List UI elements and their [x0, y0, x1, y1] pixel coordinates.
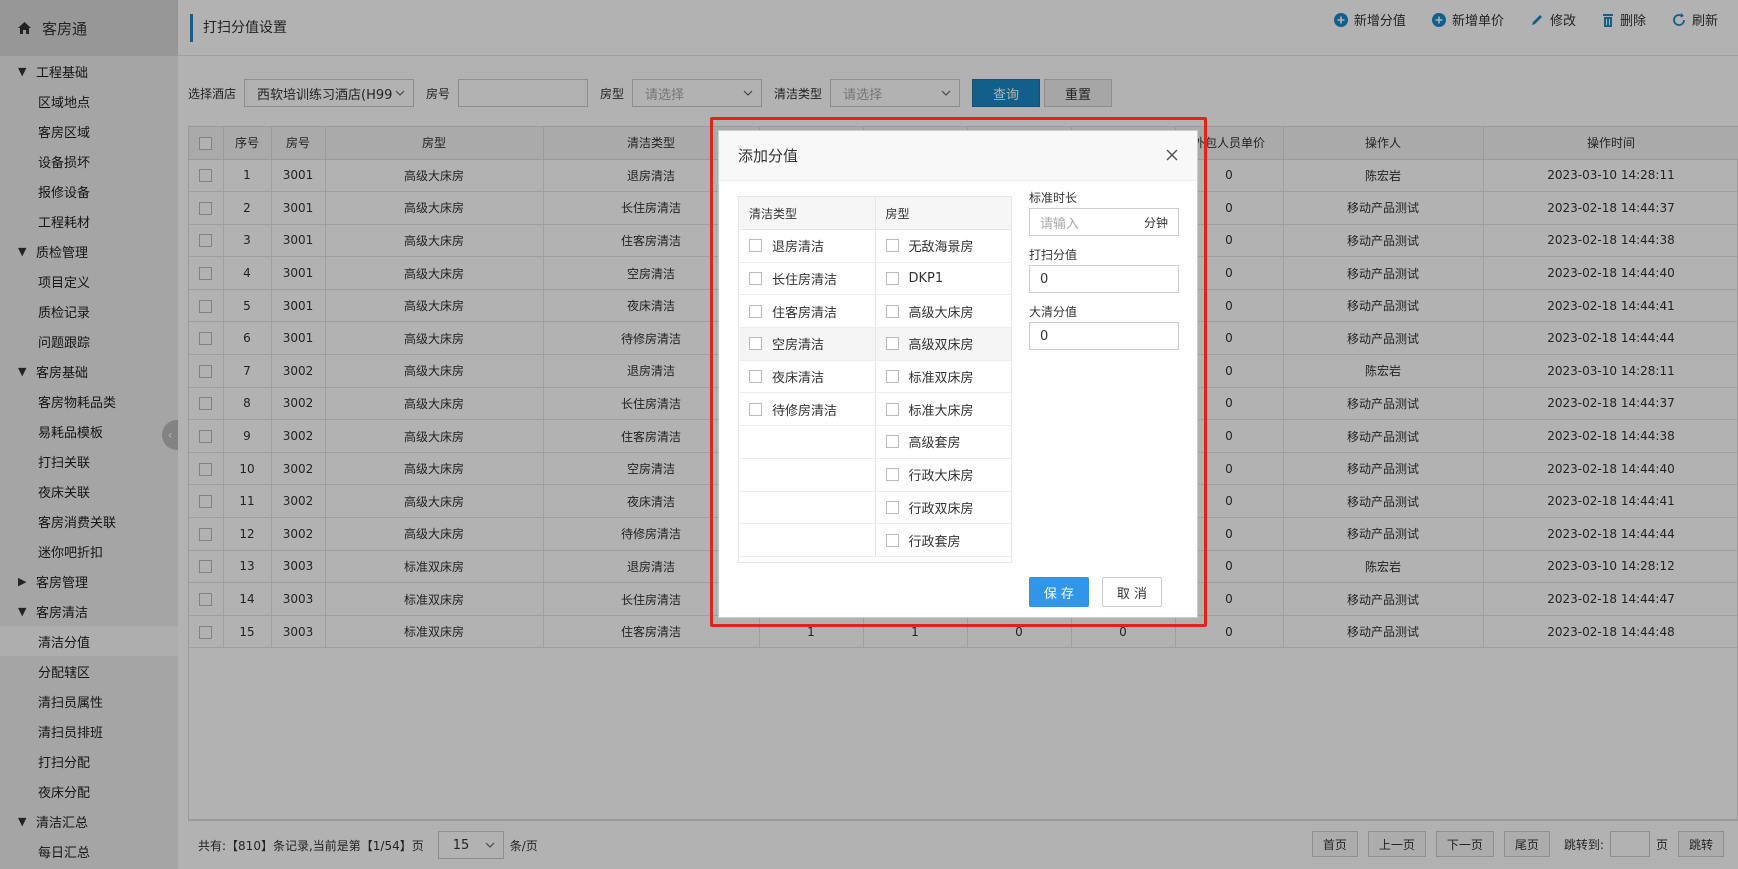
- room-type-checkbox[interactable]: [885, 337, 899, 351]
- room-type-checkbox[interactable]: [885, 370, 899, 384]
- room-type-option[interactable]: 无敌海景房: [876, 230, 1012, 262]
- clean-type-checkbox[interactable]: [749, 272, 762, 286]
- room-type-checkbox[interactable]: [885, 402, 899, 416]
- list-row: 高级套房: [739, 426, 1011, 459]
- dialog-title: 添加分值: [738, 147, 799, 165]
- clean-type-option[interactable]: 夜床清洁: [739, 360, 876, 393]
- deep-score-label: 大清分值: [1029, 305, 1078, 319]
- room-type-option-label: 无敌海景房: [908, 240, 974, 256]
- clean-type-option[interactable]: 空房清洁: [739, 328, 876, 360]
- std-duration-input[interactable]: 请输入 分钟: [1029, 208, 1179, 236]
- list-row: 退房清洁 无敌海景房: [739, 230, 1011, 263]
- cancel-button[interactable]: 取 消: [1102, 577, 1162, 607]
- room-type-option[interactable]: 高级套房: [876, 426, 1012, 458]
- clean-score-label: 打扫分值: [1029, 248, 1078, 262]
- room-type-option[interactable]: 标准双床房: [876, 361, 1012, 393]
- room-type-checkbox[interactable]: [885, 304, 899, 318]
- room-type-option[interactable]: 行政大床房: [876, 459, 1012, 491]
- room-type-option-label: 标准大床房: [908, 403, 974, 419]
- room-type-checkbox[interactable]: [885, 435, 899, 449]
- deep-score-input[interactable]: 0: [1029, 322, 1179, 350]
- clean-type-checkbox[interactable]: [749, 370, 762, 384]
- clean-type-option-label: 夜床清洁: [772, 371, 825, 387]
- save-button[interactable]: 保 存: [1029, 577, 1089, 607]
- room-type-option-label: 标准双床房: [908, 371, 974, 387]
- list-row: 空房清洁 高级双床房: [739, 328, 1011, 361]
- clean-type-option[interactable]: 长住房清洁: [739, 262, 876, 295]
- clean-type-header: 清洁类型: [739, 197, 876, 229]
- list-row: 行政套房: [739, 524, 1011, 557]
- room-type-checkbox[interactable]: [885, 533, 899, 547]
- list-row: 夜床清洁 标准双床房: [739, 360, 1012, 394]
- std-duration-placeholder: 请输入: [1040, 216, 1080, 232]
- clean-type-checkbox[interactable]: [749, 402, 762, 416]
- clean-type-option: [739, 491, 876, 524]
- room-type-checkbox[interactable]: [885, 468, 899, 482]
- clean-type-option[interactable]: 退房清洁: [739, 230, 876, 262]
- room-type-option[interactable]: 行政双床房: [876, 492, 1012, 524]
- room-type-checkbox[interactable]: [885, 272, 899, 286]
- clean-type-option-label: 住客房清洁: [772, 305, 838, 321]
- std-duration-label: 标准时长: [1029, 191, 1078, 205]
- room-type-option-label: 行政双床房: [908, 501, 974, 517]
- clean-type-option-label: 长住房清洁: [772, 273, 838, 289]
- clean-type-option[interactable]: 待修房清洁: [739, 393, 876, 426]
- room-type-option-label: DKP1: [908, 271, 944, 287]
- list-row: 待修房清洁 标准大床房: [739, 393, 1012, 427]
- score-form: 标准时长 请输入 分钟 打扫分值 0 大清分值 0: [1029, 189, 1179, 360]
- room-type-option[interactable]: 高级大床房: [876, 295, 1012, 327]
- clean-type-checkbox[interactable]: [749, 337, 762, 351]
- room-type-option-label: 行政套房: [908, 534, 961, 550]
- clean-score-value: 0: [1040, 271, 1049, 287]
- type-select-list: 清洁类型 房型 退房清洁 无敌海景房长住房清洁 DKP1 住客房清洁 高级大床房空房清洁…: [738, 196, 1012, 563]
- clean-type-option-label: 待修房清洁: [772, 403, 838, 419]
- list-rows: 退房清洁 无敌海景房长住房清洁 DKP1 住客房清洁 高级大床房空房清洁 高级双床房夜床清…: [739, 230, 1011, 557]
- clean-type-checkbox[interactable]: [749, 304, 762, 318]
- clean-type-option-label: 退房清洁: [772, 240, 825, 256]
- room-type-checkbox[interactable]: [885, 500, 899, 514]
- list-row: 住客房清洁 高级大床房: [739, 295, 1012, 329]
- room-type-option[interactable]: DKP1: [876, 263, 1012, 295]
- close-icon[interactable]: [1165, 148, 1179, 162]
- clean-type-option-label: 空房清洁: [772, 338, 825, 354]
- room-type-header: 房型: [885, 206, 910, 221]
- clean-type-checkbox[interactable]: [749, 239, 762, 253]
- clean-type-option: [739, 458, 876, 491]
- room-type-option[interactable]: 标准大床房: [876, 393, 1012, 425]
- add-score-dialog: 添加分值 清洁类型 房型 退房清洁 无敌海景房长住房清洁 DKP1 住客房清洁 高级大床…: [718, 130, 1198, 618]
- clean-type-option: [739, 524, 876, 556]
- std-duration-unit: 分钟: [1143, 215, 1168, 230]
- list-row: 长住房清洁 DKP1: [739, 262, 1012, 296]
- deep-score-value: 0: [1040, 328, 1049, 344]
- room-type-option[interactable]: 行政套房: [876, 524, 1012, 556]
- room-type-option-label: 行政大床房: [908, 469, 974, 485]
- list-row: 行政大床房: [739, 458, 1012, 492]
- list-row: 行政双床房: [739, 491, 1012, 525]
- list-header: 清洁类型 房型: [739, 197, 1011, 230]
- clean-type-option[interactable]: 住客房清洁: [739, 295, 876, 328]
- room-type-checkbox[interactable]: [885, 239, 899, 253]
- clean-score-input[interactable]: 0: [1029, 265, 1179, 293]
- room-type-option-label: 高级双床房: [908, 338, 974, 354]
- dialog-header: 添加分值: [719, 131, 1197, 181]
- clean-type-option: [739, 426, 876, 458]
- room-type-option-label: 高级大床房: [908, 305, 974, 321]
- room-type-option[interactable]: 高级双床房: [876, 328, 1012, 360]
- room-type-option-label: 高级套房: [908, 436, 961, 452]
